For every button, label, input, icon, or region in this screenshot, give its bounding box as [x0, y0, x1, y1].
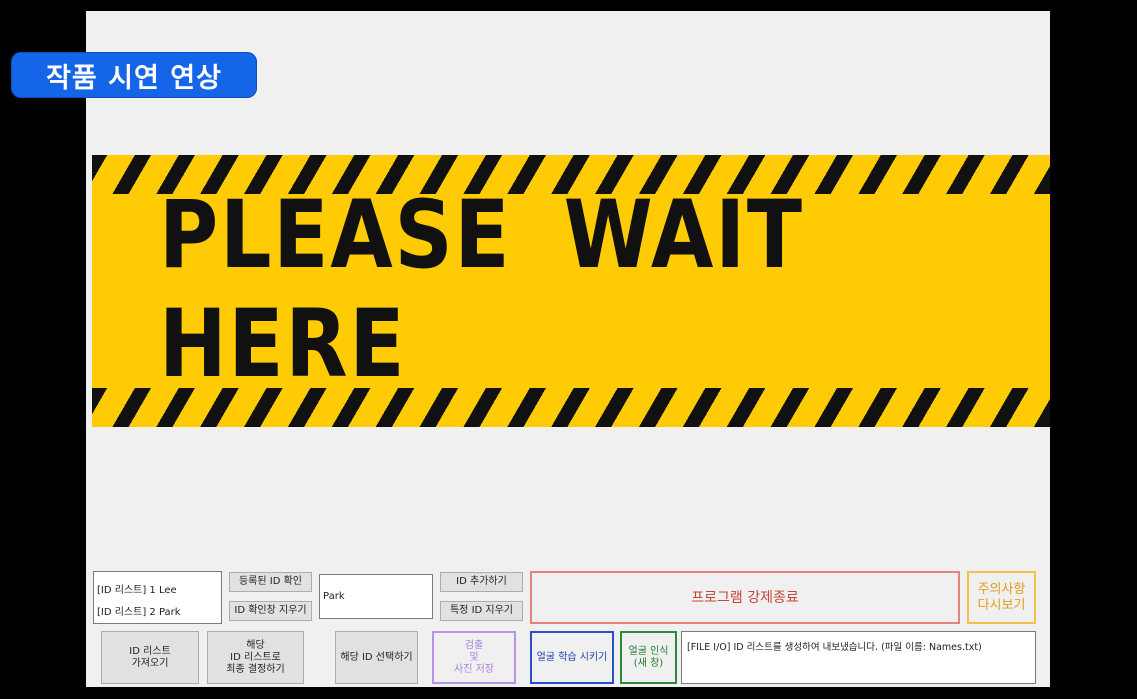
id-list-item[interactable]: [ID 리스트] 1 Lee	[97, 585, 181, 596]
force-exit-button[interactable]: 프로그램 강제종료	[530, 571, 960, 624]
hazard-stripe-bottom	[92, 388, 1050, 427]
view-warnings-button[interactable]: 주의사항 다시보기	[967, 571, 1036, 624]
clear-check-window-button[interactable]: ID 확인창 지우기	[229, 601, 312, 621]
finalize-id-list-button[interactable]: 해당 ID 리스트로 최종 결정하기	[207, 631, 304, 684]
log-output: [FILE I/O] ID 리스트를 생성하여 내보냈습니다. (파일 이름: …	[681, 631, 1036, 684]
name-input[interactable]: Park	[319, 574, 433, 619]
fetch-id-list-button[interactable]: ID 리스트 가져오기	[101, 631, 199, 684]
delete-specific-id-button[interactable]: 특정 ID 지우기	[440, 601, 523, 621]
demo-badge: 작품 시연 연상	[11, 52, 257, 98]
select-id-button[interactable]: 해당 ID 선택하기	[335, 631, 418, 684]
detect-save-photo-button[interactable]: 검출 및 사진 저장	[432, 631, 516, 684]
id-list-item[interactable]: [ID 리스트] 2 Park	[97, 607, 181, 618]
check-registered-id-button[interactable]: 등록된 ID 확인	[229, 572, 312, 592]
add-id-button[interactable]: ID 추가하기	[440, 572, 523, 592]
id-list-box[interactable]: [ID 리스트] 1 Lee [ID 리스트] 2 Park	[93, 571, 222, 624]
please-wait-banner: PLEASE WAIT HERE	[92, 155, 1050, 427]
banner-text: PLEASE WAIT HERE	[159, 181, 804, 399]
recognize-face-button[interactable]: 얼굴 인식 (새 창)	[620, 631, 677, 684]
train-face-button[interactable]: 얼굴 학습 시키기	[530, 631, 614, 684]
